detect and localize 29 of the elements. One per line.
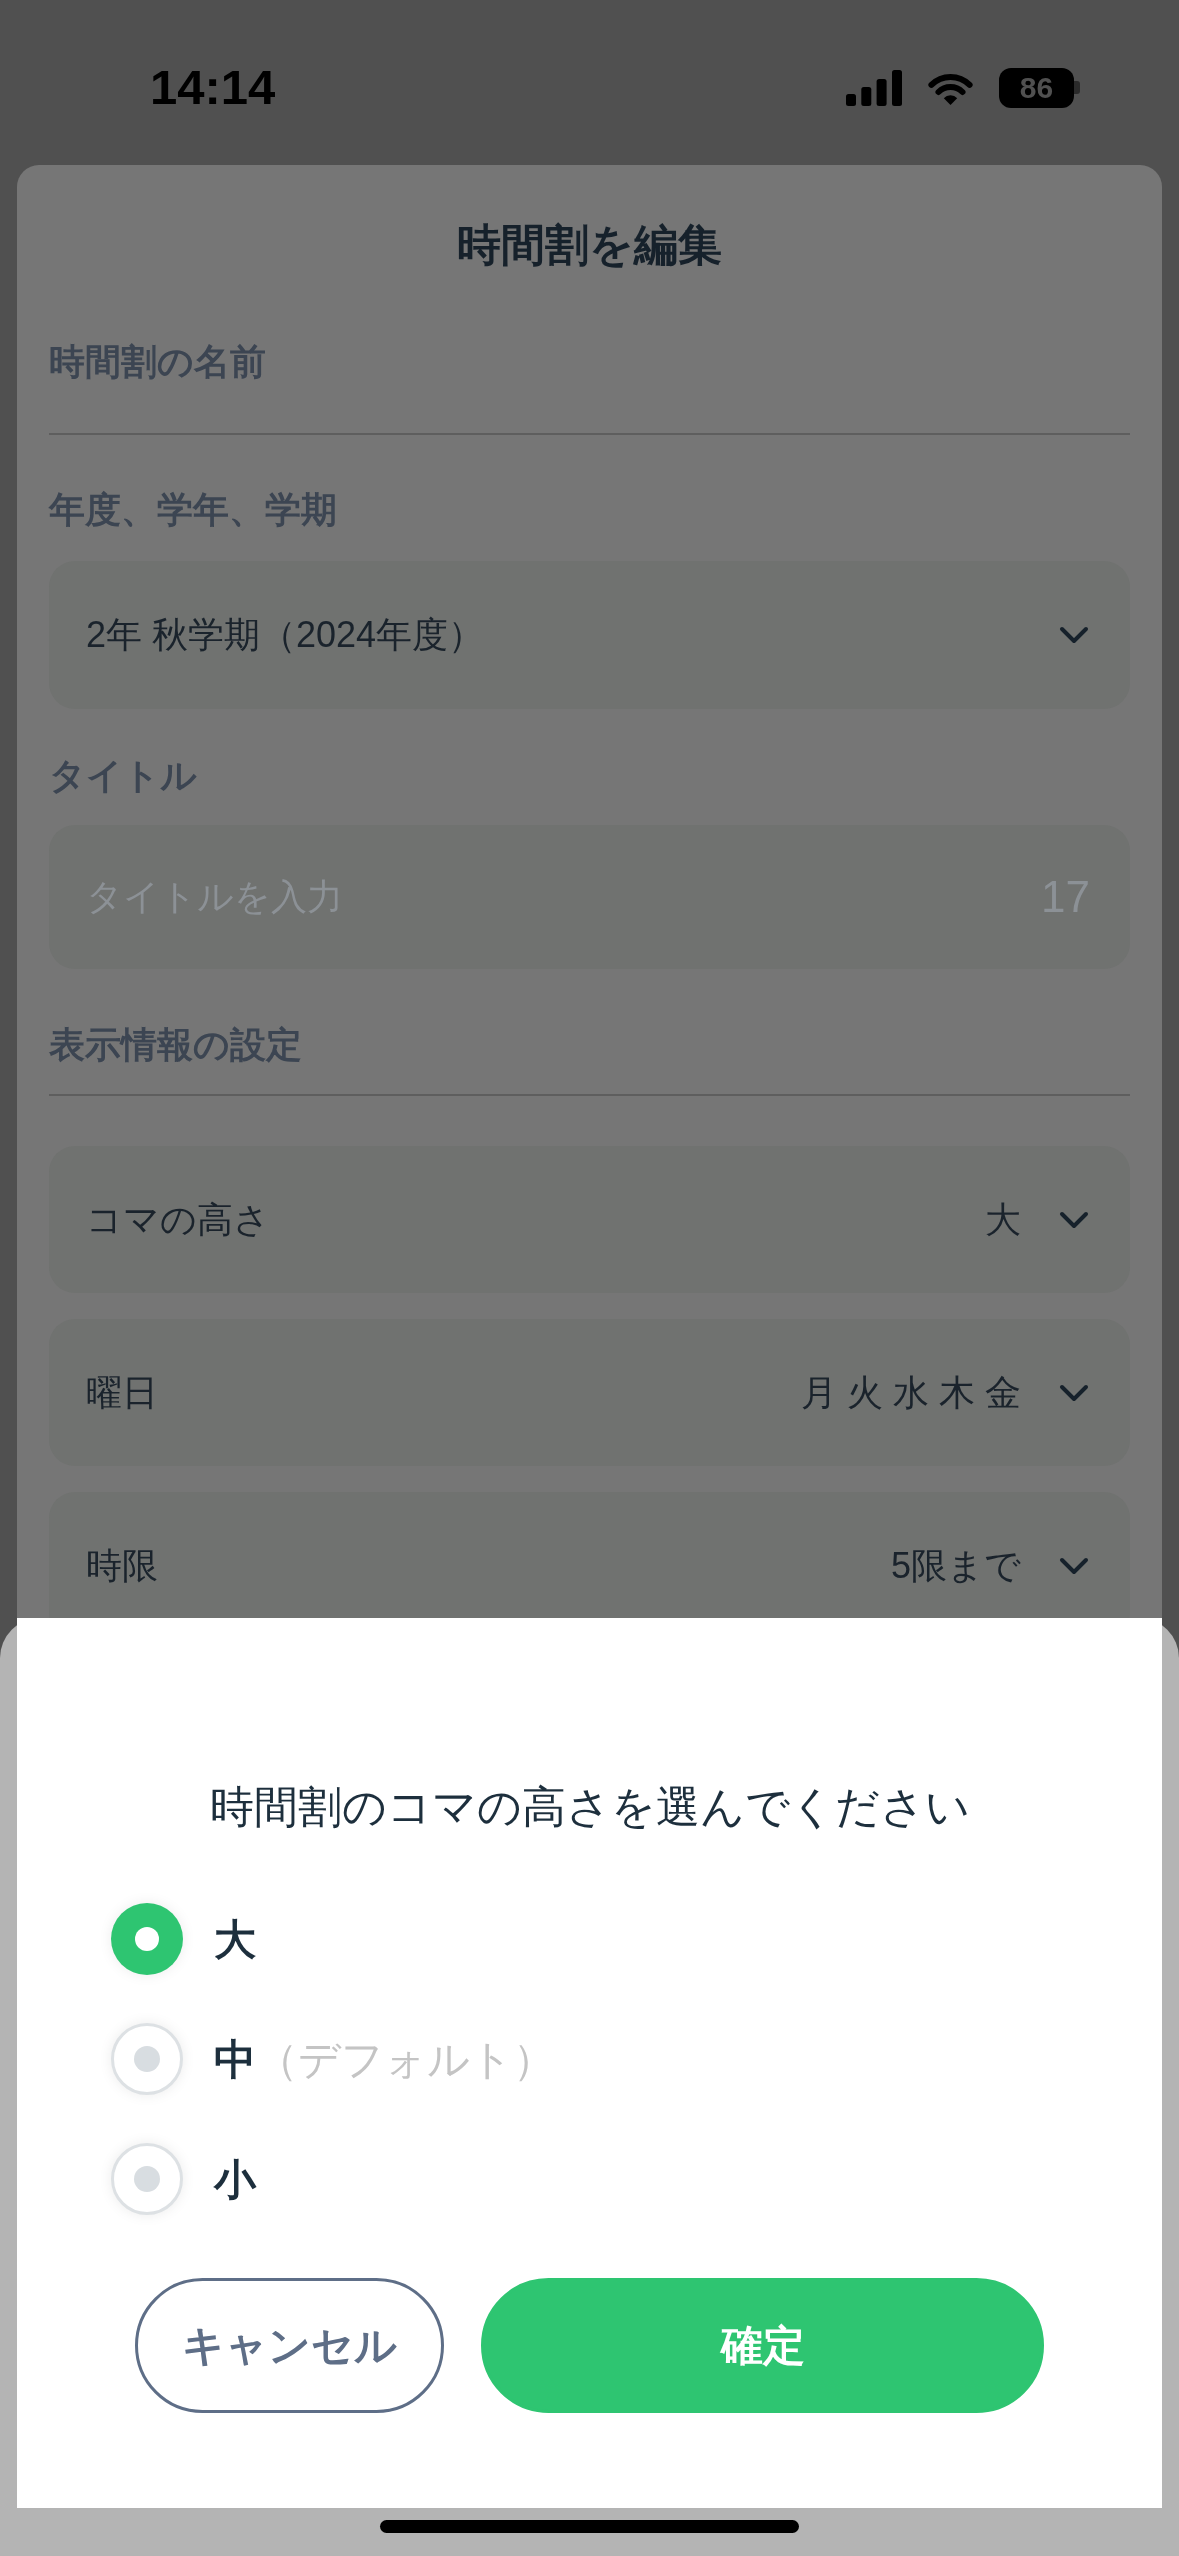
- confirm-button[interactable]: 確定: [481, 2278, 1044, 2413]
- option-label: 小: [214, 2154, 256, 2205]
- battery-indicator: 86: [999, 67, 1080, 108]
- chevron-down-icon: [1059, 626, 1089, 644]
- setting-value: 5限まで: [890, 1543, 1021, 1588]
- setting-value: 月 火 水 木 金: [801, 1370, 1021, 1415]
- chevron-down-icon: [1059, 1210, 1089, 1229]
- chevron-down-icon: [1059, 1383, 1089, 1402]
- chevron-down-icon: [1059, 1556, 1089, 1575]
- option-label: 中: [214, 2034, 256, 2085]
- section-heading: 表示情報の設定: [49, 1023, 302, 1067]
- setting-value: 大: [985, 1197, 1021, 1242]
- option-note: （デフォルト）: [256, 2034, 555, 2085]
- page-title: 時間割を編集: [457, 219, 722, 271]
- setting-label: 曜日: [86, 1370, 158, 1415]
- field-label: タイトル: [49, 754, 197, 798]
- status-time: 14:14: [150, 63, 276, 112]
- sheet-prompt: 時間割のコマの高さを選んでください: [209, 1781, 970, 1833]
- setting-row[interactable]: 曜日 月 火 水 木 金: [49, 1319, 1130, 1466]
- option-label: 大: [214, 1914, 256, 1965]
- setting-label: コマの高さ: [86, 1197, 270, 1242]
- field-label: 時間割の名前: [49, 340, 266, 384]
- setting-label: 時限: [86, 1543, 158, 1588]
- field-label: 年度、学年、学期: [49, 488, 337, 532]
- term-select[interactable]: 2年 秋学期（2024年度）: [49, 561, 1130, 709]
- signal-icon: [846, 69, 902, 106]
- cancel-button[interactable]: キャンセル: [135, 2278, 444, 2413]
- setting-row[interactable]: コマの高さ 大: [49, 1146, 1130, 1293]
- select-value: 2年 秋学期（2024年度）: [86, 613, 485, 657]
